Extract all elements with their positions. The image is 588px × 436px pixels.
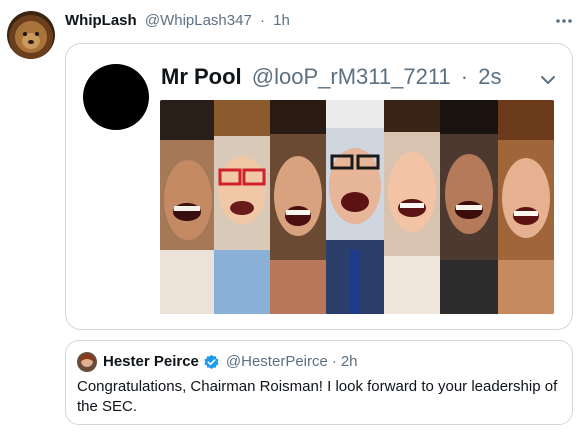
- nested-author-name[interactable]: Hester Peirce: [103, 352, 199, 372]
- face-strip-6: [440, 100, 498, 314]
- separator-dot: ·: [460, 64, 469, 89]
- separator-dot: ·: [331, 353, 337, 370]
- tweet-view: WhipLash @WhipLash347 · 1h Mr Pool @looP…: [0, 0, 588, 436]
- nested-author-handle[interactable]: @HesterPeirce: [226, 352, 328, 372]
- chevron-down-icon[interactable]: [538, 70, 558, 90]
- nested-author-avatar[interactable]: [77, 352, 97, 372]
- face-strip-7: [498, 100, 554, 314]
- quoted-author-handle[interactable]: @looP_rM311_7211: [252, 64, 451, 89]
- quoted-tweet-card[interactable]: Mr Pool @looP_rM311_7211 · 2s: [65, 43, 573, 330]
- nested-quote-header: Hester Peirce @HesterPeirce · 2h: [103, 352, 358, 372]
- tweet-time[interactable]: 1h: [273, 12, 290, 29]
- more-horizontal-icon[interactable]: [554, 11, 574, 31]
- nested-quote-card[interactable]: Hester Peirce @HesterPeirce · 2h Congrat…: [65, 340, 573, 425]
- face-strip-4: [326, 100, 384, 314]
- author-name[interactable]: WhipLash: [65, 12, 137, 29]
- author-handle[interactable]: @WhipLash347: [145, 12, 252, 29]
- quoted-tweet-time[interactable]: 2s: [478, 64, 501, 89]
- separator-dot: ·: [259, 12, 265, 29]
- laughing-faces-image[interactable]: [160, 100, 554, 314]
- quoted-tweet-header: Mr Pool @looP_rM311_7211 · 2s: [161, 64, 502, 90]
- tweet-header: WhipLash @WhipLash347 · 1h: [65, 11, 290, 31]
- face-strip-1: [160, 100, 214, 314]
- nested-quote-text: Congratulations, Chairman Roisman! I loo…: [77, 378, 558, 415]
- nested-quote-time[interactable]: 2h: [341, 352, 358, 372]
- quoted-author-name[interactable]: Mr Pool: [161, 64, 242, 89]
- face-strip-2: [214, 100, 270, 314]
- quoted-author-avatar[interactable]: [83, 64, 149, 130]
- face-strip-5: [384, 100, 440, 314]
- author-avatar[interactable]: [7, 11, 55, 59]
- face-strip-3: [270, 100, 326, 314]
- verified-badge-icon: [203, 354, 220, 371]
